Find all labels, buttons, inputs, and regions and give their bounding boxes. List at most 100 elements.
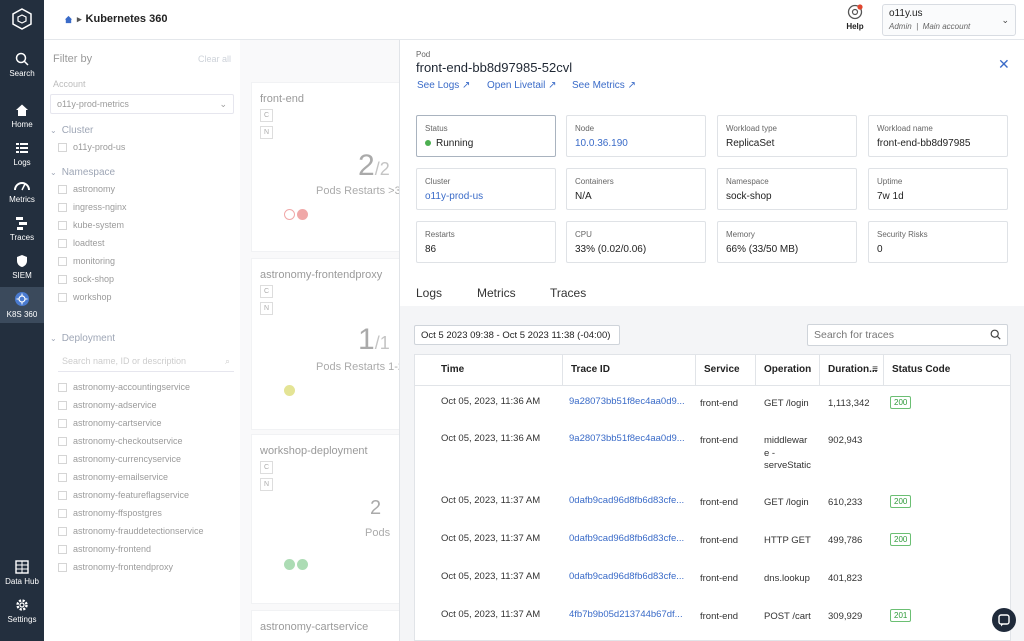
cell-trace-id[interactable]: 9a28073bb51f8ec4aa0d9... [569,396,685,409]
cell-operation: middlewar e - serveStatic [764,435,811,473]
stat-label: Status [425,124,448,133]
nav-label: Data Hub [5,577,39,586]
link-label: See Metrics [572,80,625,91]
stat-value: Running [425,138,547,149]
nav-search[interactable]: Search [0,52,44,78]
stat-label: Memory [726,230,755,239]
status-code-badge: 200 [890,533,912,546]
datahub-icon [15,560,29,574]
logo-icon[interactable] [0,8,44,33]
stat-memory: Memory 66% (33/50 MB) [717,221,857,263]
cell-service: front-end [700,535,739,546]
sort-icon[interactable]: ≡ [872,355,878,385]
cell-duration: 401,823 [828,573,863,584]
nav-label: K8S 360 [6,310,38,319]
cell-trace-id[interactable]: 4fb7b9b05d213744b67df... [569,609,683,622]
table-row[interactable]: Oct 05, 2023, 11:37 AM 4fb7b9b05d213744b… [415,598,1010,638]
table-row[interactable]: Oct 05, 2023, 11:36 AM 9a28073bb51f8ec4a… [415,422,1010,484]
column-header-operation[interactable]: Operation [756,355,820,385]
column-header-service[interactable]: Service [696,355,756,385]
modal-backdrop[interactable] [44,40,399,641]
stat-value: 7w 1d [877,191,904,202]
cell-duration: 499,786 [828,535,863,546]
nav-label: Search [9,69,35,78]
status-code-badge: 201 [890,609,912,622]
cell-trace-id[interactable]: 0dafb9cad96d8fb6d83cfe... [569,571,684,584]
search-icon [990,329,1001,340]
stat-label: Uptime [877,177,903,186]
nav-logs[interactable]: Logs [0,141,44,167]
close-button[interactable]: ✕ [998,56,1010,73]
stat-value-link[interactable]: o11y-prod-us [425,191,547,202]
detail-tabs: Logs Metrics Traces [400,280,1024,310]
nav-traces[interactable]: Traces [0,216,44,242]
chat-button[interactable] [992,608,1016,632]
external-link-icon: ↗ [462,80,471,91]
chevron-down-icon: ⌄ [1001,15,1009,25]
traces-search-input[interactable]: Search for traces [807,324,1008,346]
stat-value: sock-shop [726,191,772,202]
status-code-badge: 200 [890,396,912,409]
help-button[interactable]: Help [844,4,866,31]
stat-status: Status Running [416,115,556,157]
nav-label: Traces [9,233,35,242]
tab-metrics[interactable]: Metrics [477,286,516,300]
column-header-duration[interactable]: Duration... ≡ [820,355,884,385]
external-link-icon: ↗ [627,80,636,91]
panel-kind: Pod [416,50,431,59]
cell-service: front-end [700,611,739,622]
pod-detail-panel: Pod front-end-bb8d97985-52cvl ✕ See Logs… [399,40,1024,641]
nav-label: Settings [7,615,37,624]
stat-uptime: Uptime 7w 1d [868,168,1008,210]
cell-operation: GET /login [764,398,809,409]
cell-time: Oct 05, 2023, 11:36 AM [441,433,541,444]
home-icon[interactable] [64,15,73,24]
stat-value: 66% (33/50 MB) [726,244,799,255]
home-icon [16,104,28,116]
date-range-picker[interactable]: Oct 5 2023 09:38 - Oct 5 2023 11:38 (-04… [414,325,620,345]
see-logs-link[interactable]: See Logs ↗ [417,80,470,91]
nav-settings[interactable]: Settings [0,598,44,624]
table-header: Time Trace ID Service Operation Duration… [415,355,1010,386]
open-livetail-link[interactable]: Open Livetail ↗ [487,80,557,91]
traces-icon [16,217,27,230]
stat-label: Node [575,124,595,133]
stat-workload-type: Workload type ReplicaSet [717,115,857,157]
nav-siem[interactable]: SIEM [0,254,44,280]
cell-trace-id[interactable]: 9a28073bb51f8ec4aa0d9... [569,433,685,446]
cell-trace-id[interactable]: 0dafb9cad96d8fb6d83cfe... [569,495,684,508]
stat-workload-name: Workload name front-end-bb8d97985 [868,115,1008,157]
cell-time: Oct 05, 2023, 11:37 AM [441,495,541,506]
nav-k8s-360[interactable]: K8S 360 [0,287,44,323]
nav-data-hub[interactable]: Data Hub [0,560,44,586]
table-row[interactable]: Oct 05, 2023, 11:36 AM 9a28073bb51f8ec4a… [415,386,1010,422]
operation-line: serveStatic [764,460,811,471]
metrics-icon [14,182,30,191]
table-row[interactable]: Oct 05, 2023, 11:37 AM 0dafb9cad96d8fb6d… [415,484,1010,522]
column-header-trace-id[interactable]: Trace ID [563,355,696,385]
stat-value: N/A [575,191,592,202]
stat-label: Workload name [877,124,933,133]
account-selector[interactable]: o11y.us Admin | Main account ⌄ [882,4,1016,36]
table-row[interactable]: Oct 05, 2023, 11:37 AM 0dafb9cad96d8fb6d… [415,560,1010,598]
account-type: Main account [922,22,971,31]
cell-time: Oct 05, 2023, 11:37 AM [441,571,541,582]
column-header-time[interactable]: Time [415,355,563,385]
breadcrumb: ▸ Kubernetes 360 [64,13,167,25]
stat-value-link[interactable]: 10.0.36.190 [575,138,697,149]
nav-home[interactable]: Home [0,103,44,129]
column-header-status-code[interactable]: Status Code [884,355,1010,385]
table-row[interactable]: Oct 05, 2023, 11:37 AM 0dafb9cad96d8fb6d… [415,522,1010,560]
nav-metrics[interactable]: Metrics [0,178,44,204]
see-metrics-link[interactable]: See Metrics ↗ [572,80,636,91]
cell-trace-id[interactable]: 0dafb9cad96d8fb6d83cfe... [569,533,684,546]
stat-label: Namespace [726,177,769,186]
stat-node: Node 10.0.36.190 [566,115,706,157]
stat-label: Workload type [726,124,777,133]
cell-service: front-end [700,573,739,584]
cell-service: front-end [700,435,739,446]
tab-logs[interactable]: Logs [416,286,442,300]
link-label: See Logs [417,80,460,91]
stat-value: 86 [425,244,437,255]
cell-duration: 309,929 [828,611,863,622]
